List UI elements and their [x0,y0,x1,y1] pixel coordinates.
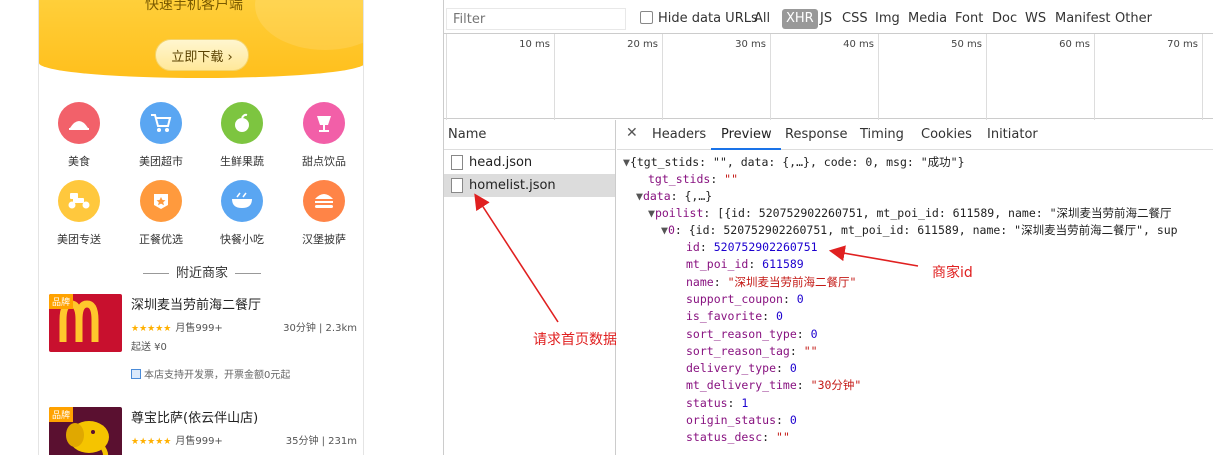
annotation-shop-id-label: 商家id [932,265,973,281]
request-arrow [474,193,559,323]
annotation-request-label: 请求首页数据 [533,332,617,348]
shop-id-arrow [828,245,919,267]
annotation-arrows [474,193,919,323]
